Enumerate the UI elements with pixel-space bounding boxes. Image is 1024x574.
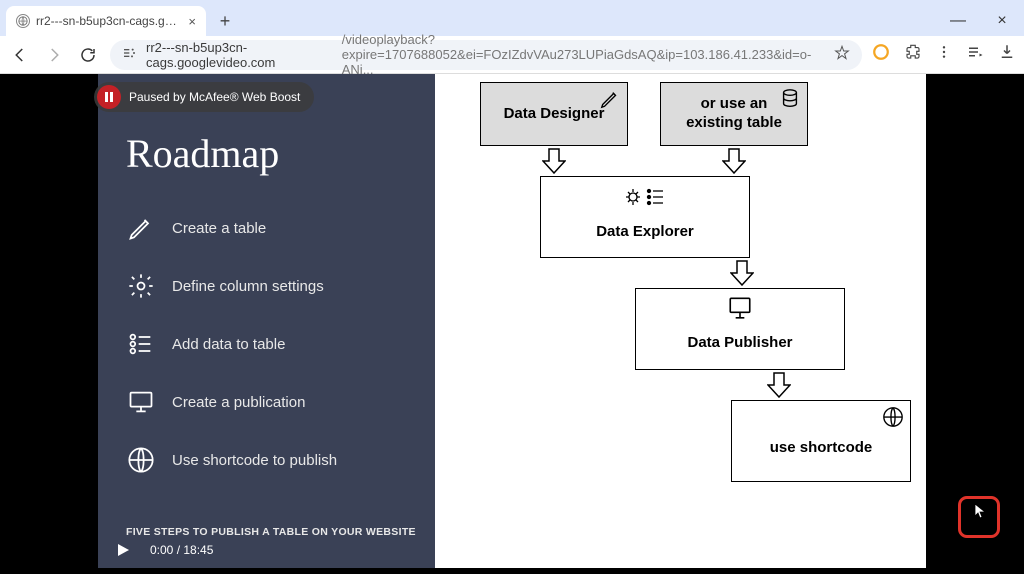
video-time: 0:00 / 18:45	[150, 543, 213, 557]
browser-tabstrip: rr2---sn-b5up3cn-cags.googlev × + — ×	[0, 0, 1024, 36]
volume-button[interactable]	[814, 539, 836, 561]
list-icon	[126, 329, 156, 359]
database-icon	[779, 88, 801, 114]
box-label: Data Designer	[504, 105, 605, 124]
vertical-dots-icon[interactable]	[936, 44, 952, 65]
step-label: Create a publication	[172, 394, 305, 411]
video-player[interactable]: Paused by McAfee® Web Boost Roadmap Crea…	[98, 74, 926, 568]
play-button[interactable]	[112, 539, 134, 561]
box-data-explorer: Data Explorer	[540, 176, 750, 258]
globe-icon	[16, 14, 30, 28]
fullscreen-button[interactable]	[852, 539, 874, 561]
slide-title: Roadmap	[126, 130, 435, 177]
step-item: Use shortcode to publish	[126, 445, 435, 475]
slide-sidebar: Paused by McAfee® Web Boost Roadmap Crea…	[98, 74, 435, 568]
video-stage: Paused by McAfee® Web Boost Roadmap Crea…	[0, 74, 1024, 574]
step-label: Create a table	[172, 220, 266, 237]
step-label: Use shortcode to publish	[172, 452, 337, 469]
gear-list-icon	[623, 183, 667, 215]
cursor-icon	[974, 503, 986, 524]
monitor-icon	[725, 295, 755, 325]
box-existing-table: or use an existing table	[660, 82, 808, 146]
address-bar: rr2---sn-b5up3cn-cags.googlevideo.com/vi…	[0, 36, 1024, 74]
box-label: use shortcode	[770, 439, 873, 458]
site-settings-icon[interactable]	[122, 45, 138, 64]
slide-content: Paused by McAfee® Web Boost Roadmap Crea…	[98, 74, 926, 568]
more-options-button[interactable]	[890, 539, 912, 561]
step-label: Add data to table	[172, 336, 285, 353]
back-button[interactable]	[8, 43, 32, 67]
mcafee-pause-overlay[interactable]: Paused by McAfee® Web Boost	[94, 82, 314, 112]
pause-text: Paused by McAfee® Web Boost	[129, 90, 300, 104]
url-host: rr2---sn-b5up3cn-cags.googlevideo.com	[146, 40, 334, 70]
tab-close-icon[interactable]: ×	[188, 14, 196, 29]
forward-button[interactable]	[42, 43, 66, 67]
step-item: Create a table	[126, 213, 435, 243]
window-close-button[interactable]: ×	[980, 6, 1024, 36]
box-data-publisher: Data Publisher	[635, 288, 845, 370]
media-icon[interactable]	[966, 43, 984, 66]
reload-button[interactable]	[76, 43, 100, 67]
download-icon[interactable]	[998, 43, 1016, 66]
box-use-shortcode: use shortcode	[731, 400, 911, 482]
url-path: /videoplayback?expire=1707688052&ei=FOzI…	[342, 32, 826, 77]
pencil-icon	[126, 213, 156, 243]
new-tab-button[interactable]: +	[212, 8, 238, 34]
gear-icon	[126, 271, 156, 301]
window-minimize-button[interactable]: —	[936, 6, 980, 36]
step-label: Define column settings	[172, 278, 324, 295]
box-data-designer: Data Designer	[480, 82, 628, 146]
extension-orange-icon[interactable]	[872, 43, 890, 66]
step-item: Create a publication	[126, 387, 435, 417]
star-icon[interactable]	[834, 45, 850, 64]
pencil-icon	[599, 88, 621, 114]
box-label: Data Publisher	[687, 334, 792, 353]
tab-title: rr2---sn-b5up3cn-cags.googlev	[36, 14, 182, 28]
browser-tab[interactable]: rr2---sn-b5up3cn-cags.googlev ×	[6, 6, 206, 36]
url-bar[interactable]: rr2---sn-b5up3cn-cags.googlevideo.com/vi…	[110, 40, 862, 70]
step-item: Define column settings	[126, 271, 435, 301]
step-item: Add data to table	[126, 329, 435, 359]
pause-icon	[97, 85, 121, 109]
globe-icon	[126, 445, 156, 475]
box-label: or use an existing table	[686, 95, 782, 133]
slide-diagram: Data Designer or use an existing table	[435, 74, 926, 568]
monitor-icon	[126, 387, 156, 417]
globe-icon	[882, 406, 904, 432]
video-controls: 0:00 / 18:45	[98, 532, 926, 568]
box-label: Data Explorer	[596, 223, 694, 242]
extensions-icon[interactable]	[904, 43, 922, 66]
